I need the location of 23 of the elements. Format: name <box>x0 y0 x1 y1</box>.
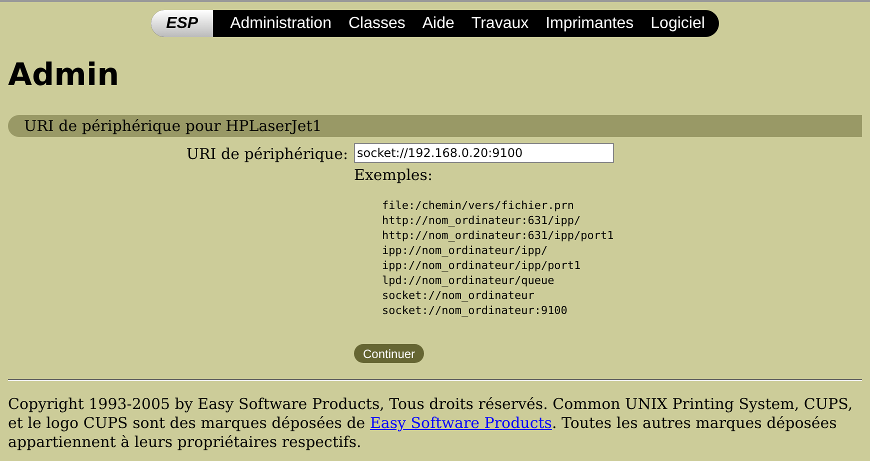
example-uri: lpd://nom_ordinateur/queue <box>382 273 556 288</box>
example-uri: socket://nom_ordinateur <box>382 288 536 303</box>
example-uri: socket://nom_ordinateur:9100 <box>382 303 568 318</box>
nav-link[interactable]: Aide <box>422 14 454 32</box>
examples-label: Exemples: <box>354 166 434 184</box>
nav-link[interactable]: Imprimantes <box>546 14 634 32</box>
input-field[interactable]: socket://192.168.0.20:9100 <box>354 143 614 163</box>
section-header: URI de périphérique pour HPLaserJet1 <box>8 115 862 137</box>
copyright-text: Copyright 1993-2005 by Easy Software Products, Tous droits réservés. Common UNIX Printing System, CUPS, et le logo CUPS sont des marques déposées de Easy Software Products. Toutes les autres marques déposées appartiennent à leurs propriétaires respectifs. <box>8 395 854 452</box>
example-uri: http://nom_ordinateur:631/ipp/port1 <box>382 228 615 243</box>
example-uri: http://nom_ordinateur:631/ipp/ <box>382 213 582 228</box>
nav-link[interactable]: Logiciel <box>650 14 705 32</box>
example-uri: file:/chemin/vers/fichier.prn <box>382 198 576 213</box>
nav-link[interactable]: Administration <box>230 14 332 32</box>
nav-link[interactable]: Travaux <box>471 14 529 32</box>
page-title: Admin <box>8 57 120 93</box>
example-uri: ipp://nom_ordinateur/ipp/ <box>382 243 549 258</box>
nav-link[interactable]: Classes <box>348 14 406 32</box>
continue-button[interactable]: Continuer <box>354 344 424 363</box>
link[interactable]: Easy Software Products <box>370 414 552 432</box>
example-uri: ipp://nom_ordinateur/ipp/port1 <box>382 258 582 273</box>
logo[interactable]: ESP <box>151 10 214 37</box>
field-label: URI de périphérique: <box>185 144 348 165</box>
